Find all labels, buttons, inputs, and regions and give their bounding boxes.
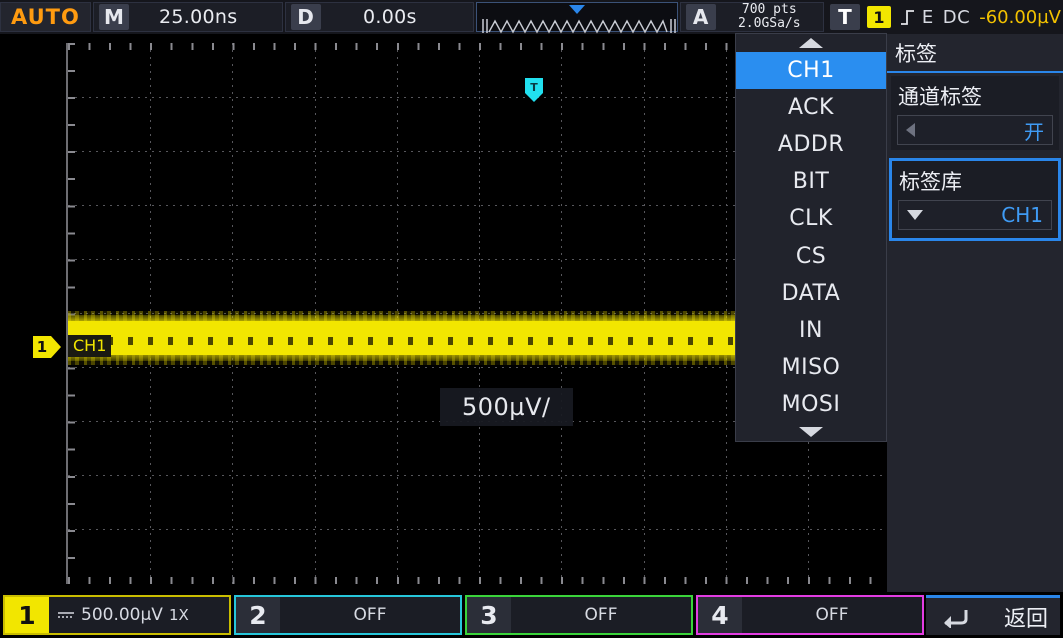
auto-trigger-status[interactable]: AUTO: [0, 2, 91, 32]
trigger-mode: E: [922, 7, 934, 28]
acquisition-info[interactable]: A 700 pts 2.0GSa/s: [680, 2, 824, 32]
delay-badge: D: [291, 4, 321, 30]
trigger-source-channel: 1: [867, 6, 891, 28]
channel-3-state: OFF: [511, 597, 691, 633]
grid-bottom-ticks: [68, 577, 888, 584]
dropdown-item-in[interactable]: IN: [736, 312, 886, 349]
thumbnail-zigzag-icon: [481, 16, 677, 36]
dropdown-item-addr[interactable]: ADDR: [736, 126, 886, 163]
dropdown-item-bit[interactable]: BIT: [736, 163, 886, 200]
delay-value: 0.00s: [325, 6, 474, 28]
acquisition-badge: A: [686, 4, 716, 30]
delay-control[interactable]: D 0.00s: [285, 2, 475, 32]
dropdown-scroll-down-icon[interactable]: [736, 423, 886, 441]
channel-1-number: 1: [5, 597, 49, 633]
dc-coupling-icon: [57, 609, 75, 621]
arrow-left-icon[interactable]: [906, 123, 915, 137]
channel-4-button[interactable]: 4 OFF: [696, 595, 924, 635]
timebase-badge: M: [99, 4, 129, 30]
chevron-down-icon[interactable]: [907, 210, 923, 220]
vertical-scale-badge: 500µV/: [440, 388, 573, 426]
dropdown-item-cs[interactable]: CS: [736, 237, 886, 274]
channel-3-button[interactable]: 3 OFF: [465, 595, 693, 635]
label-settings-sidebar: 标签 通道标签 开 标签库 CH1: [887, 34, 1063, 592]
label-library-panel[interactable]: 标签库 CH1: [889, 158, 1061, 241]
dropdown-item-data[interactable]: DATA: [736, 275, 886, 312]
channel-2-button[interactable]: 2 OFF: [234, 595, 462, 635]
channel-2-state: OFF: [280, 597, 460, 633]
dropdown-item-clk[interactable]: CLK: [736, 200, 886, 237]
channel-1-button[interactable]: 1 500.00µV 1X: [3, 595, 231, 635]
label-library-selected-value: CH1: [1001, 203, 1043, 227]
back-arrow-icon: [940, 606, 970, 628]
label-library-select-field[interactable]: CH1: [898, 200, 1052, 230]
channel-1-info: 500.00µV 1X: [49, 597, 229, 633]
channel-status-bar: 1 500.00µV 1X 2 OFF 3 OFF 4 OFF: [0, 592, 1063, 638]
acquisition-points: 700 pts: [742, 3, 797, 17]
trigger-position-marker[interactable]: T: [525, 78, 543, 102]
dropdown-item-mosi[interactable]: MOSI: [736, 386, 886, 423]
channel-label-panel-title: 通道标签: [891, 78, 1059, 115]
channel-label-panel[interactable]: 通道标签 开: [891, 76, 1059, 150]
trigger-badge: T: [830, 4, 860, 30]
acquisition-values: 700 pts 2.0GSa/s: [720, 3, 823, 31]
timebase-value: 25.00ns: [133, 6, 282, 28]
back-button[interactable]: 返回: [926, 595, 1060, 635]
channel-label-toggle-field[interactable]: 开: [897, 115, 1053, 145]
trigger-level: -60.00µV: [979, 7, 1061, 28]
dropdown-item-ch1[interactable]: CH1: [736, 52, 886, 89]
oscilloscope-screen: AUTO M 25.00ns D 0.00s A 700 pts 2.0GSa/…: [0, 0, 1063, 638]
top-status-bar: AUTO M 25.00ns D 0.00s A 700 pts 2.0GSa/…: [0, 0, 1063, 34]
rising-edge-icon: [900, 8, 915, 26]
waveform-thumbnail[interactable]: [476, 2, 678, 32]
label-library-panel-title: 标签库: [892, 163, 1058, 200]
channel-1-probe: 1X: [169, 606, 189, 624]
channel-1-scale: 500.00µV: [81, 605, 163, 625]
channel1-ground-marker[interactable]: 1: [33, 336, 51, 358]
dropdown-item-list: CH1 ACK ADDR BIT CLK CS DATA IN MISO MOS…: [736, 52, 886, 423]
channel1-marker-number: 1: [33, 336, 51, 358]
channel1-label-tag[interactable]: CH1: [68, 335, 111, 357]
channel-3-number: 3: [467, 597, 511, 633]
channel-label-toggle-value: 开: [1024, 116, 1044, 145]
channel-4-state: OFF: [742, 597, 922, 633]
timebase-control[interactable]: M 25.00ns: [93, 2, 283, 32]
channel-4-number: 4: [698, 597, 742, 633]
acquisition-rate: 2.0GSa/s: [738, 17, 801, 31]
sidebar-title: 标签: [887, 34, 1063, 73]
dropdown-item-ack[interactable]: ACK: [736, 89, 886, 126]
dropdown-item-miso[interactable]: MISO: [736, 349, 886, 386]
trigger-marker-label: T: [530, 81, 538, 94]
channel-2-number: 2: [236, 597, 280, 633]
back-button-label: 返回: [1004, 601, 1048, 633]
trigger-coupling: DC: [943, 7, 970, 28]
dropdown-scroll-up-icon[interactable]: [736, 34, 886, 52]
trigger-info[interactable]: T 1 E DC -60.00µV: [826, 2, 1061, 32]
thumbnail-position-marker-icon: [569, 5, 585, 14]
label-library-dropdown[interactable]: CH1 ACK ADDR BIT CLK CS DATA IN MISO MOS…: [735, 33, 887, 442]
